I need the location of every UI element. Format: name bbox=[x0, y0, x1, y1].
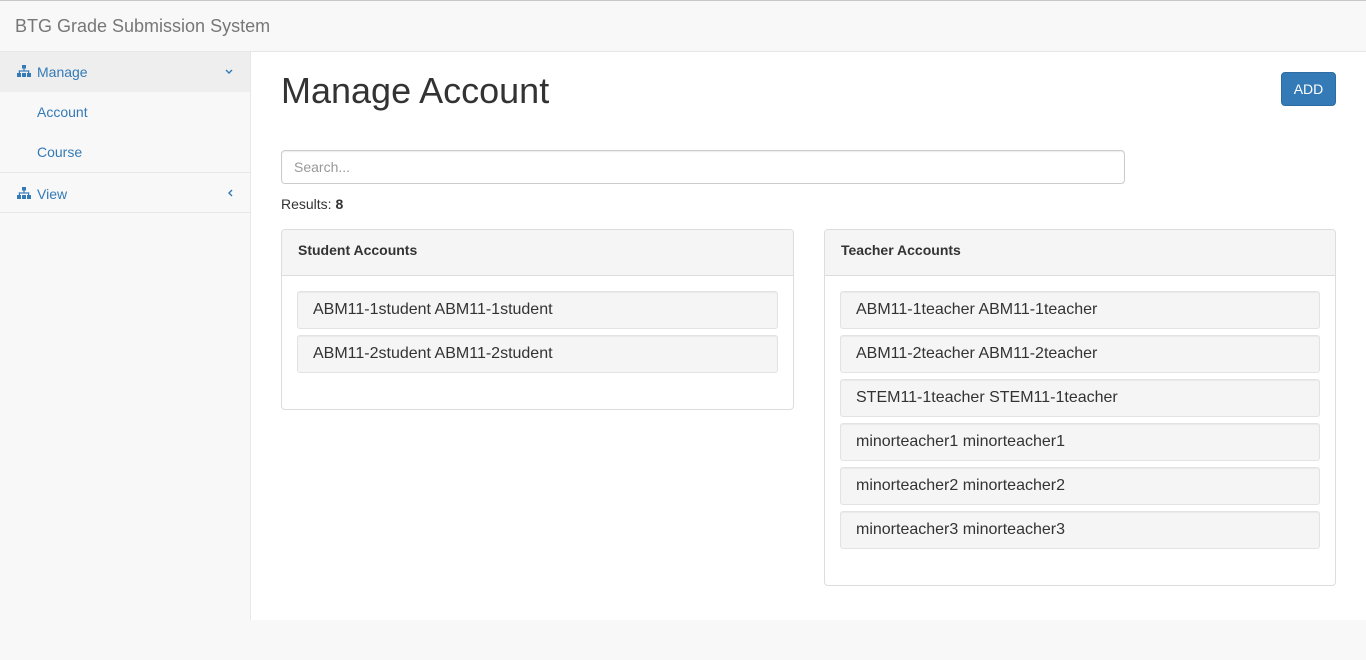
sitemap-icon bbox=[17, 187, 31, 199]
list-item[interactable]: minorteacher3 minorteacher3 bbox=[840, 511, 1320, 549]
teacher-accounts-panel: Teacher Accounts ABM11-1teacher ABM11-1t… bbox=[824, 229, 1336, 586]
results-count: Results: 8 bbox=[281, 196, 343, 212]
panel-heading: Teacher Accounts bbox=[825, 230, 1335, 276]
main-content: Manage Account ADD Results: 8 Student Ac… bbox=[251, 52, 1366, 620]
sidebar: Manage Account Course View bbox=[0, 52, 251, 620]
manage-subnav: Account Course bbox=[0, 92, 250, 172]
add-button[interactable]: ADD bbox=[1281, 72, 1336, 106]
list-item[interactable]: ABM11-2teacher ABM11-2teacher bbox=[840, 335, 1320, 373]
app-title[interactable]: BTG Grade Submission System bbox=[15, 16, 270, 36]
list-item[interactable]: ABM11-1student ABM11-1student bbox=[297, 291, 778, 329]
sidebar-item-label: View bbox=[37, 186, 68, 202]
top-navbar: BTG Grade Submission System bbox=[0, 0, 1366, 52]
sidebar-item-manage[interactable]: Manage bbox=[0, 52, 250, 92]
results-value: 8 bbox=[335, 196, 344, 212]
sidebar-item-account[interactable]: Account bbox=[0, 92, 250, 132]
page-title: Manage Account bbox=[281, 70, 550, 111]
sidebar-item-view[interactable]: View bbox=[0, 172, 250, 213]
chevron-down-icon bbox=[225, 69, 233, 74]
teacher-accounts-list: ABM11-1teacher ABM11-1teacher ABM11-2tea… bbox=[825, 276, 1335, 570]
student-accounts-panel: Student Accounts ABM11-1student ABM11-1s… bbox=[281, 229, 794, 410]
sitemap-icon bbox=[17, 65, 31, 77]
search-input[interactable] bbox=[281, 150, 1125, 184]
list-item[interactable]: ABM11-1teacher ABM11-1teacher bbox=[840, 291, 1320, 329]
sidebar-item-course[interactable]: Course bbox=[0, 132, 250, 172]
list-item[interactable]: minorteacher2 minorteacher2 bbox=[840, 467, 1320, 505]
footer-strip bbox=[0, 620, 1366, 660]
results-label: Results: bbox=[281, 196, 332, 212]
list-item[interactable]: ABM11-2student ABM11-2student bbox=[297, 335, 778, 373]
list-item[interactable]: STEM11-1teacher STEM11-1teacher bbox=[840, 379, 1320, 417]
list-item[interactable]: minorteacher1 minorteacher1 bbox=[840, 423, 1320, 461]
sidebar-item-label: Manage bbox=[37, 64, 88, 80]
chevron-left-icon bbox=[228, 189, 233, 197]
panel-heading: Student Accounts bbox=[282, 230, 793, 276]
student-accounts-list: ABM11-1student ABM11-1student ABM11-2stu… bbox=[282, 276, 793, 394]
